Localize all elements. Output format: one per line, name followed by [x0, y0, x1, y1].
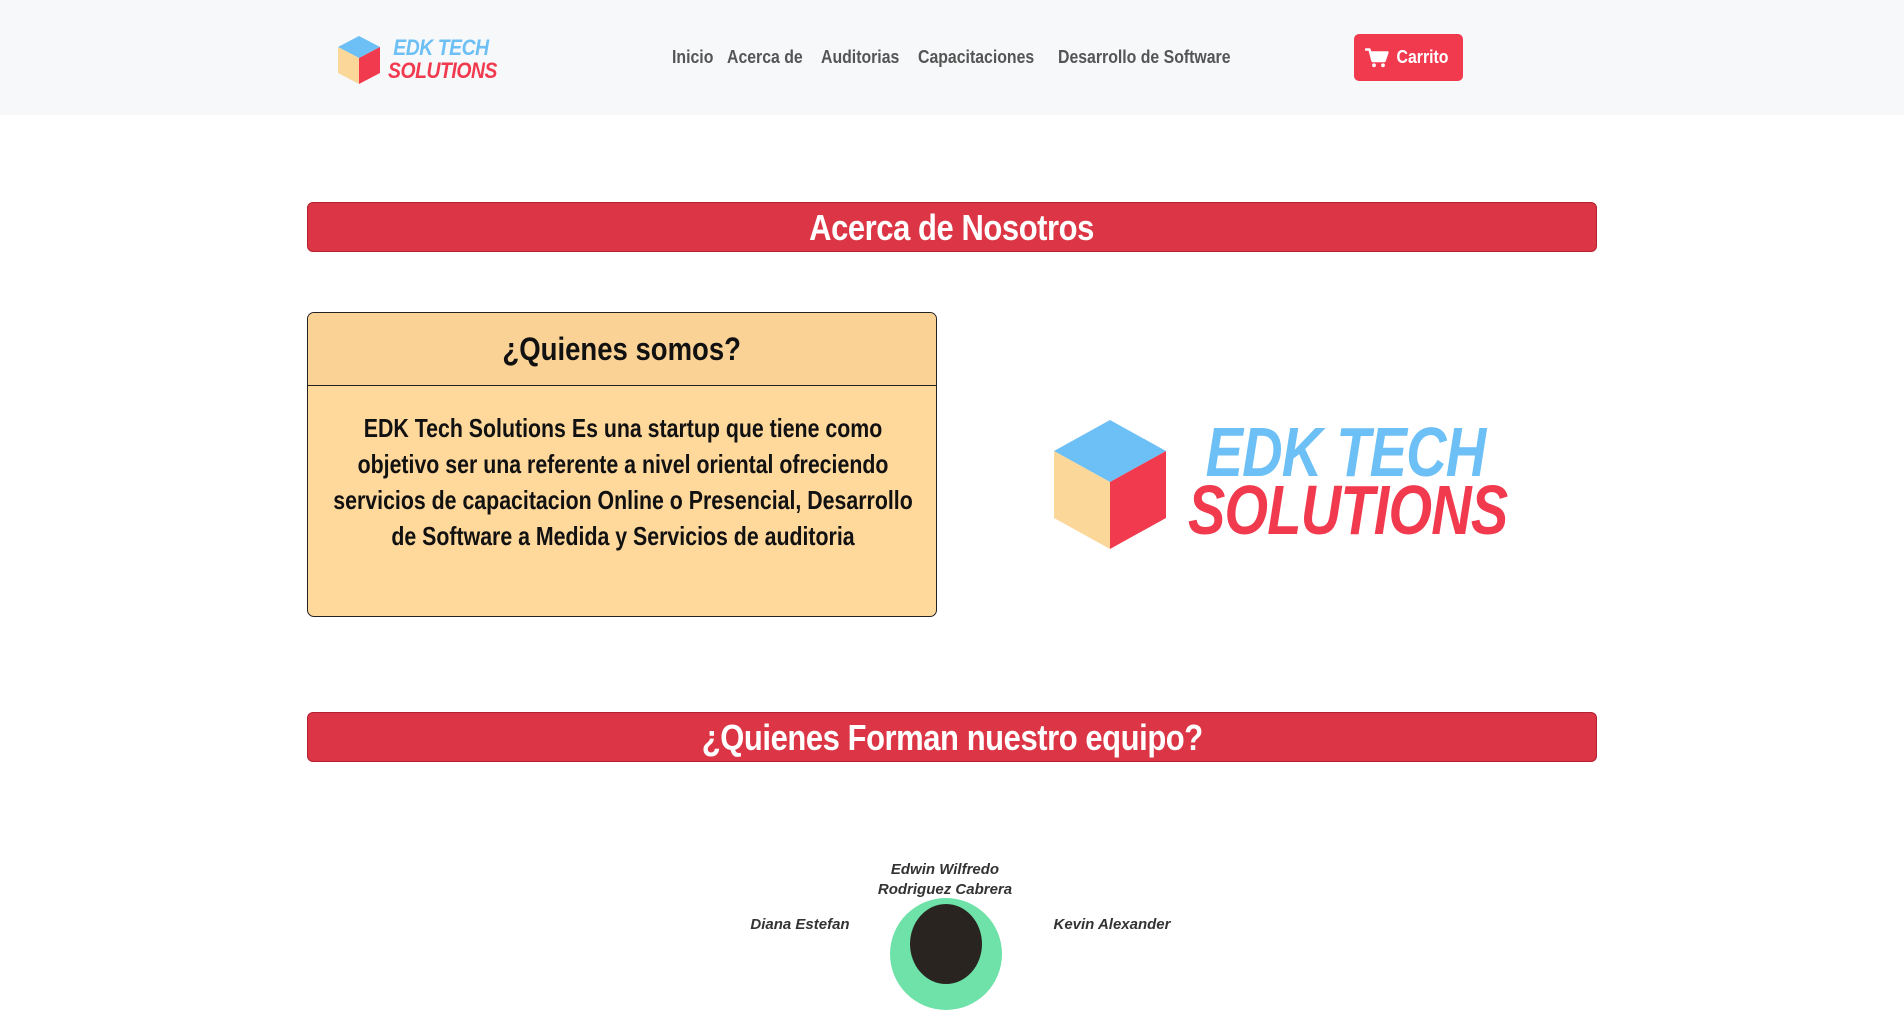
cart-label: Carrito — [1396, 47, 1449, 67]
avatar-photo — [910, 904, 982, 984]
nav-link-inicio[interactable]: Inicio — [672, 42, 713, 72]
company-logo: EDK TECH SOLUTIONS — [1052, 417, 1508, 552]
cart-button[interactable]: Carrito — [1354, 34, 1463, 81]
company-logo-wordmark: EDK TECH SOLUTIONS — [1188, 417, 1508, 549]
team-member-name-center: Edwin Wilfredo Rodriguez Cabrera — [877, 861, 1013, 898]
nav-link-capacitaciones[interactable]: Capacitaciones — [918, 42, 1034, 72]
brand-line-2: SOLUTIONS — [388, 58, 497, 83]
team-member-name-left: Diana Estefan — [750, 916, 850, 933]
about-section-title: Acerca de Nosotros — [809, 207, 1095, 248]
about-card-title: ¿Quienes somos? — [502, 331, 742, 367]
company-logo-line-2: SOLUTIONS — [1188, 471, 1508, 549]
shopping-cart-icon — [1364, 47, 1389, 67]
nav-link-acerca-de[interactable]: Acerca de — [727, 42, 803, 72]
navbar: EDK TECH SOLUTIONS Inicio Acerca de Audi… — [0, 0, 1904, 115]
about-card-header: ¿Quienes somos? — [308, 313, 936, 386]
team-section-title: ¿Quienes Forman nuestro equipo? — [701, 717, 1203, 758]
brand-wordmark: EDK TECH SOLUTIONS — [388, 36, 497, 82]
team-member-name-right: Kevin Alexander — [1053, 916, 1171, 933]
about-card-body: EDK Tech Solutions Es una startup que ti… — [308, 386, 936, 554]
about-section-banner: Acerca de Nosotros — [307, 202, 1597, 252]
brand-logo-link[interactable]: EDK TECH SOLUTIONS — [336, 34, 497, 86]
about-card-text: EDK Tech Solutions Es una startup que ti… — [333, 413, 913, 551]
brand-line-1: EDK TECH — [393, 35, 489, 60]
nav-link-auditorias[interactable]: Auditorias — [821, 42, 899, 72]
about-card: ¿Quienes somos? EDK Tech Solutions Es un… — [307, 312, 937, 617]
nav-link-desarrollo-de-software[interactable]: Desarrollo de Software — [1058, 42, 1231, 72]
cube-logo-icon — [338, 36, 380, 84]
main-nav: Inicio Acerca de Auditorias Capacitacion… — [672, 42, 1254, 72]
team-section-banner: ¿Quienes Forman nuestro equipo? — [307, 712, 1597, 762]
team-member-avatar — [890, 898, 1002, 1010]
cube-logo-large-icon — [1054, 420, 1166, 549]
